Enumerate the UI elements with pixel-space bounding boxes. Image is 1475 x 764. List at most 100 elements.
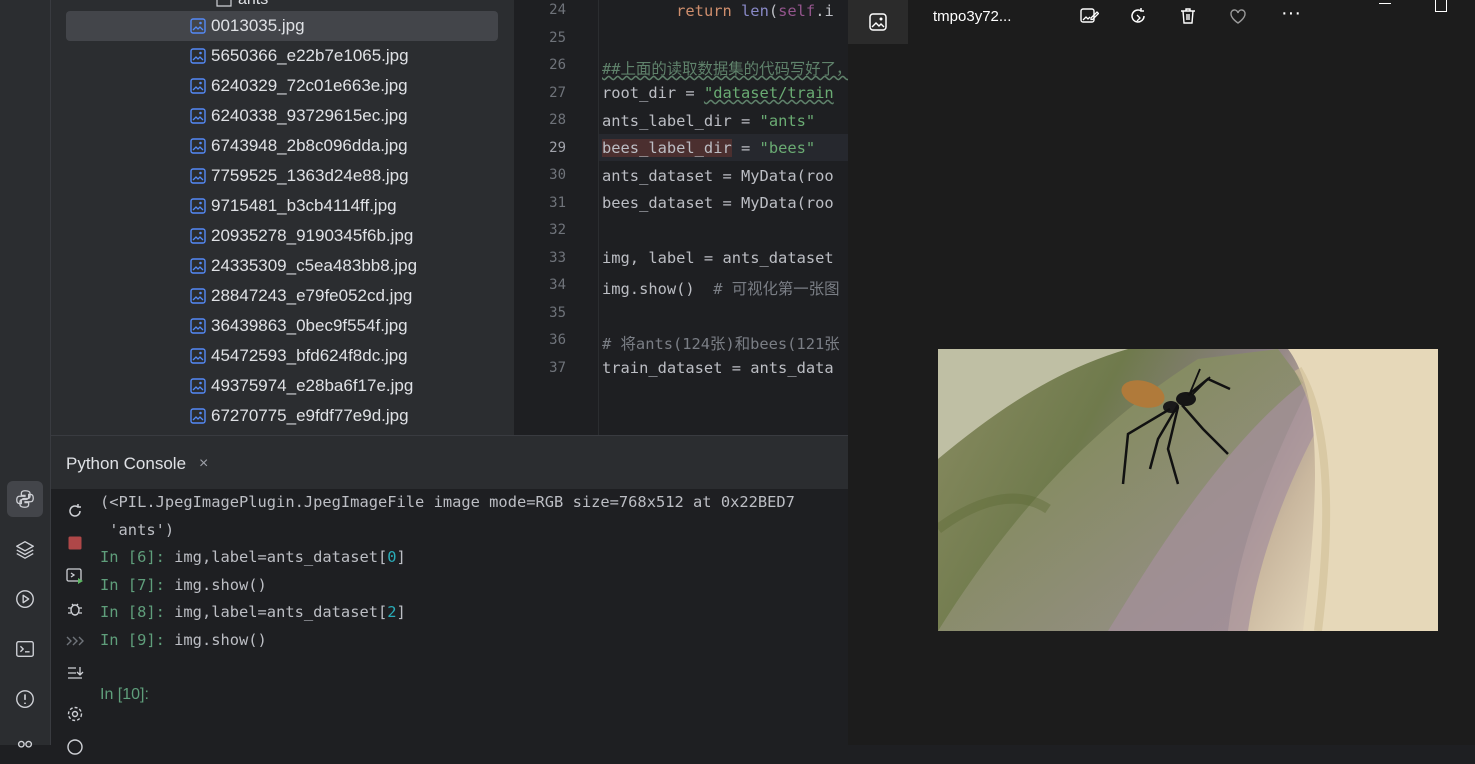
image-file-icon (190, 288, 206, 304)
file-name: 6240338_93729615ec.jpg (211, 106, 408, 125)
folder-icon (216, 0, 232, 7)
console-input-prompt[interactable]: In [10]: (100, 686, 149, 704)
problems-tool-button[interactable] (7, 681, 43, 717)
file-item[interactable]: 6240338_93729615ec.jpg (66, 101, 498, 131)
rerun-icon[interactable] (65, 501, 85, 521)
left-tool-strip (0, 0, 51, 748)
file-name: 45472593_bfd624f8dc.jpg (211, 346, 408, 365)
code-editor[interactable]: return len(self.i ##上面的读取数据集的代码写好了， root… (598, 0, 849, 435)
history-chevrons-icon[interactable] (65, 631, 85, 651)
line-number: 37 (549, 359, 566, 376)
file-item[interactable]: 24335309_c5ea483bb8.jpg (66, 251, 498, 281)
python-console-tool-button[interactable] (7, 481, 43, 517)
viewer-title: tmpo3y72... (933, 8, 1012, 25)
file-name: 6743948_2b8c096dda.jpg (211, 136, 408, 155)
file-name: 67270775_e9fdf77e9d.jpg (211, 406, 409, 425)
line-number: 35 (549, 304, 566, 321)
file-item[interactable]: 36439863_0bec9f554f.jpg (66, 311, 498, 341)
file-item[interactable]: 45472593_bfd624f8dc.jpg (66, 341, 498, 371)
run-icon (16, 590, 34, 608)
console-history-line: In [7]: img.show() (100, 575, 267, 594)
photo-viewer-window: tmpo3y72... ··· (848, 0, 1475, 745)
rotate-icon[interactable] (1127, 5, 1149, 27)
console-output[interactable]: (<PIL.JpegImagePlugin.JpegImageFile imag… (99, 489, 848, 745)
image-gallery-icon (869, 13, 887, 31)
run-tool-button[interactable] (7, 581, 43, 617)
favorite-heart-icon[interactable] (1227, 5, 1249, 27)
tab-python-console[interactable]: Python Console (66, 454, 186, 474)
debug-icon[interactable] (65, 599, 85, 619)
edit-image-icon[interactable] (1078, 5, 1100, 27)
line-number: 36 (549, 332, 566, 348)
console-history-line: In [9]: img.show() (100, 630, 267, 649)
file-item[interactable]: 6240329_72c01e663e.jpg (66, 71, 498, 101)
code-line-24: return len(self.i (676, 2, 834, 20)
file-name: 0013035.jpg (211, 16, 305, 35)
console-output-line: 'ants') (100, 521, 175, 539)
code-line-36: # 将ants(124张)和bees(121张 (602, 335, 840, 353)
file-item[interactable]: 20935278_9190345f6b.jpg (66, 221, 498, 251)
execute-icon[interactable] (65, 566, 85, 586)
file-item[interactable]: 0013035.jpg (66, 11, 498, 41)
image-file-icon (190, 78, 206, 94)
ant-photo (938, 349, 1438, 631)
console-output-line: (<PIL.JpegImagePlugin.JpegImageFile imag… (100, 493, 795, 511)
file-name: 36439863_0bec9f554f.jpg (211, 316, 408, 335)
warning-circle-icon (16, 690, 34, 708)
image-file-icon (190, 228, 206, 244)
code-line-33: img, label = ants_dataset (602, 249, 834, 267)
code-line-27: root_dir = "dataset/train (602, 84, 834, 102)
maximize-window-icon[interactable] (1435, 0, 1447, 12)
image-file-icon (190, 138, 206, 154)
python-icon (16, 490, 34, 508)
file-item[interactable]: 5650366_e22b7e1065.jpg (66, 41, 498, 71)
delete-icon[interactable] (1177, 5, 1199, 27)
image-file-icon (190, 48, 206, 64)
services-icon (17, 740, 33, 748)
layers-icon (16, 540, 34, 559)
close-icon[interactable]: × (199, 455, 208, 473)
line-number: 34 (549, 277, 566, 293)
code-line-37: train_dataset = ants_data (602, 359, 834, 377)
stop-icon[interactable] (65, 533, 85, 553)
console-toolbar (51, 489, 99, 755)
image-file-icon (190, 198, 206, 214)
image-file-icon (190, 168, 206, 184)
file-item[interactable]: 49375974_e28ba6f17e.jpg (66, 371, 498, 401)
code-line-29: bees_label_dir = "bees" (602, 139, 816, 157)
services-tool-button[interactable] (7, 728, 43, 764)
settings-gear-icon[interactable] (65, 704, 85, 724)
image-file-icon (190, 18, 206, 34)
line-number: 29 (549, 139, 566, 156)
file-name: 49375974_e28ba6f17e.jpg (211, 376, 414, 395)
file-item[interactable]: 6743948_2b8c096dda.jpg (66, 131, 498, 161)
scroll-to-end-icon[interactable] (65, 663, 85, 683)
file-item[interactable]: 7759525_1363d24e88.jpg (66, 161, 498, 191)
gallery-button[interactable] (848, 0, 908, 44)
terminal-icon (16, 640, 34, 658)
folder-label: ants (238, 0, 268, 9)
code-line-31: bees_dataset = MyData(roo (602, 194, 834, 212)
file-item[interactable]: 28847243_e79fe052cd.jpg (66, 281, 498, 311)
code-line-30: ants_dataset = MyData(roo (602, 167, 834, 185)
file-item[interactable]: 67270775_e9fdf77e9d.jpg (66, 401, 498, 431)
console-header: Python Console × (51, 435, 848, 490)
line-number: 28 (549, 112, 566, 128)
file-name: 24335309_c5ea483bb8.jpg (211, 256, 418, 275)
layers-tool-button[interactable] (7, 531, 43, 567)
image-file-icon (190, 348, 206, 364)
folder-ants[interactable]: ants (216, 0, 268, 8)
file-name: 9715481_b3cb4114ff.jpg (211, 196, 397, 215)
help-icon[interactable] (65, 737, 85, 757)
line-number: 30 (549, 167, 566, 183)
file-name: 5650366_e22b7e1065.jpg (211, 46, 409, 65)
file-name: 20935278_9190345f6b.jpg (211, 226, 414, 245)
minimize-window-icon[interactable] (1379, 3, 1391, 4)
more-options-icon[interactable]: ··· (1276, 2, 1306, 24)
code-line-28: ants_label_dir = "ants" (602, 112, 816, 130)
console-history-line: In [8]: img,label=ants_dataset[2] (100, 603, 406, 621)
file-item[interactable]: 9715481_b3cb4114ff.jpg (66, 191, 498, 221)
line-number: 26 (549, 57, 566, 73)
terminal-tool-button[interactable] (7, 631, 43, 667)
code-line-34: img.show() # 可视化第一张图 (602, 280, 840, 298)
